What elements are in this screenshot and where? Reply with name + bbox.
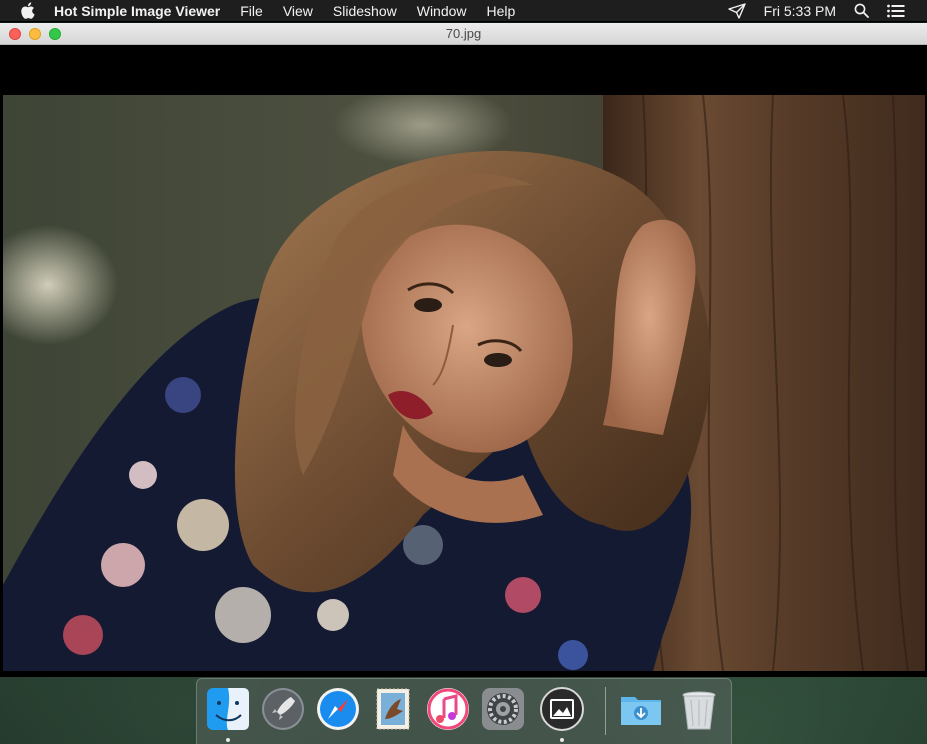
menu-file[interactable]: File [240,3,263,19]
image-viewer-window: 70.jpg [0,23,927,677]
paper-plane-icon[interactable] [727,2,746,19]
image-canvas[interactable] [0,46,927,677]
close-button[interactable] [9,28,21,40]
menu-view[interactable]: View [283,3,313,19]
finder-running-indicator [226,738,230,742]
finder-icon[interactable] [204,685,252,733]
compass-icon[interactable] [314,685,362,733]
downloads-folder-icon[interactable] [617,685,665,733]
viewer-running-indicator [560,738,564,742]
notification-center-icon[interactable] [887,4,905,18]
menu-slideshow[interactable]: Slideshow [333,3,397,19]
menu-app-name[interactable]: Hot Simple Image Viewer [54,3,220,19]
trash-icon[interactable] [675,685,723,733]
gear-icon[interactable] [479,685,527,733]
search-icon[interactable] [854,3,869,18]
zoom-button[interactable] [49,28,61,40]
stamp-icon[interactable] [369,685,417,733]
menu-help[interactable]: Help [487,3,516,19]
menu-clock[interactable]: Fri 5:33 PM [764,3,836,19]
minimize-button[interactable] [29,28,41,40]
displayed-photo [3,95,925,671]
rocket-icon[interactable] [259,685,307,733]
music-note-icon[interactable] [424,685,472,733]
menu-window[interactable]: Window [417,3,467,19]
menu-bar: Hot Simple Image Viewer File View Slides… [0,0,927,22]
dock-separator [605,687,606,735]
window-title: 70.jpg [445,26,482,41]
apple-icon[interactable] [20,2,36,19]
window-titlebar[interactable]: 70.jpg [0,23,927,45]
dock [196,678,732,744]
image-icon[interactable] [538,685,586,733]
